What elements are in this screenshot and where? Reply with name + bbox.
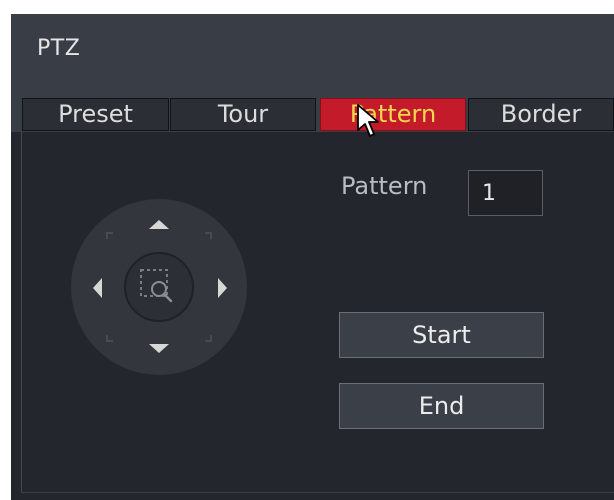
tab-pattern[interactable]: Pattern — [320, 98, 466, 131]
tab-preset[interactable]: Preset — [22, 98, 169, 131]
mouse-cursor-icon — [357, 104, 379, 137]
divider — [21, 492, 614, 493]
pattern-label: Pattern — [341, 172, 428, 200]
start-button[interactable]: Start — [339, 312, 544, 358]
pattern-number-input[interactable] — [468, 170, 543, 216]
tab-bar: Preset Tour Pattern Border — [11, 86, 614, 132]
window-title: PTZ — [37, 36, 81, 61]
tab-tour[interactable]: Tour — [170, 98, 316, 131]
end-button[interactable]: End — [339, 383, 544, 429]
pattern-panel: Pattern Start End — [11, 132, 614, 500]
ptz-window: PTZ Preset Tour Pattern Border Pattern 1… — [11, 14, 614, 500]
divider — [21, 132, 22, 492]
ptz-direction-pad[interactable] — [69, 197, 249, 377]
tab-border[interactable]: Border — [468, 98, 614, 131]
title-bar: PTZ — [11, 14, 614, 86]
